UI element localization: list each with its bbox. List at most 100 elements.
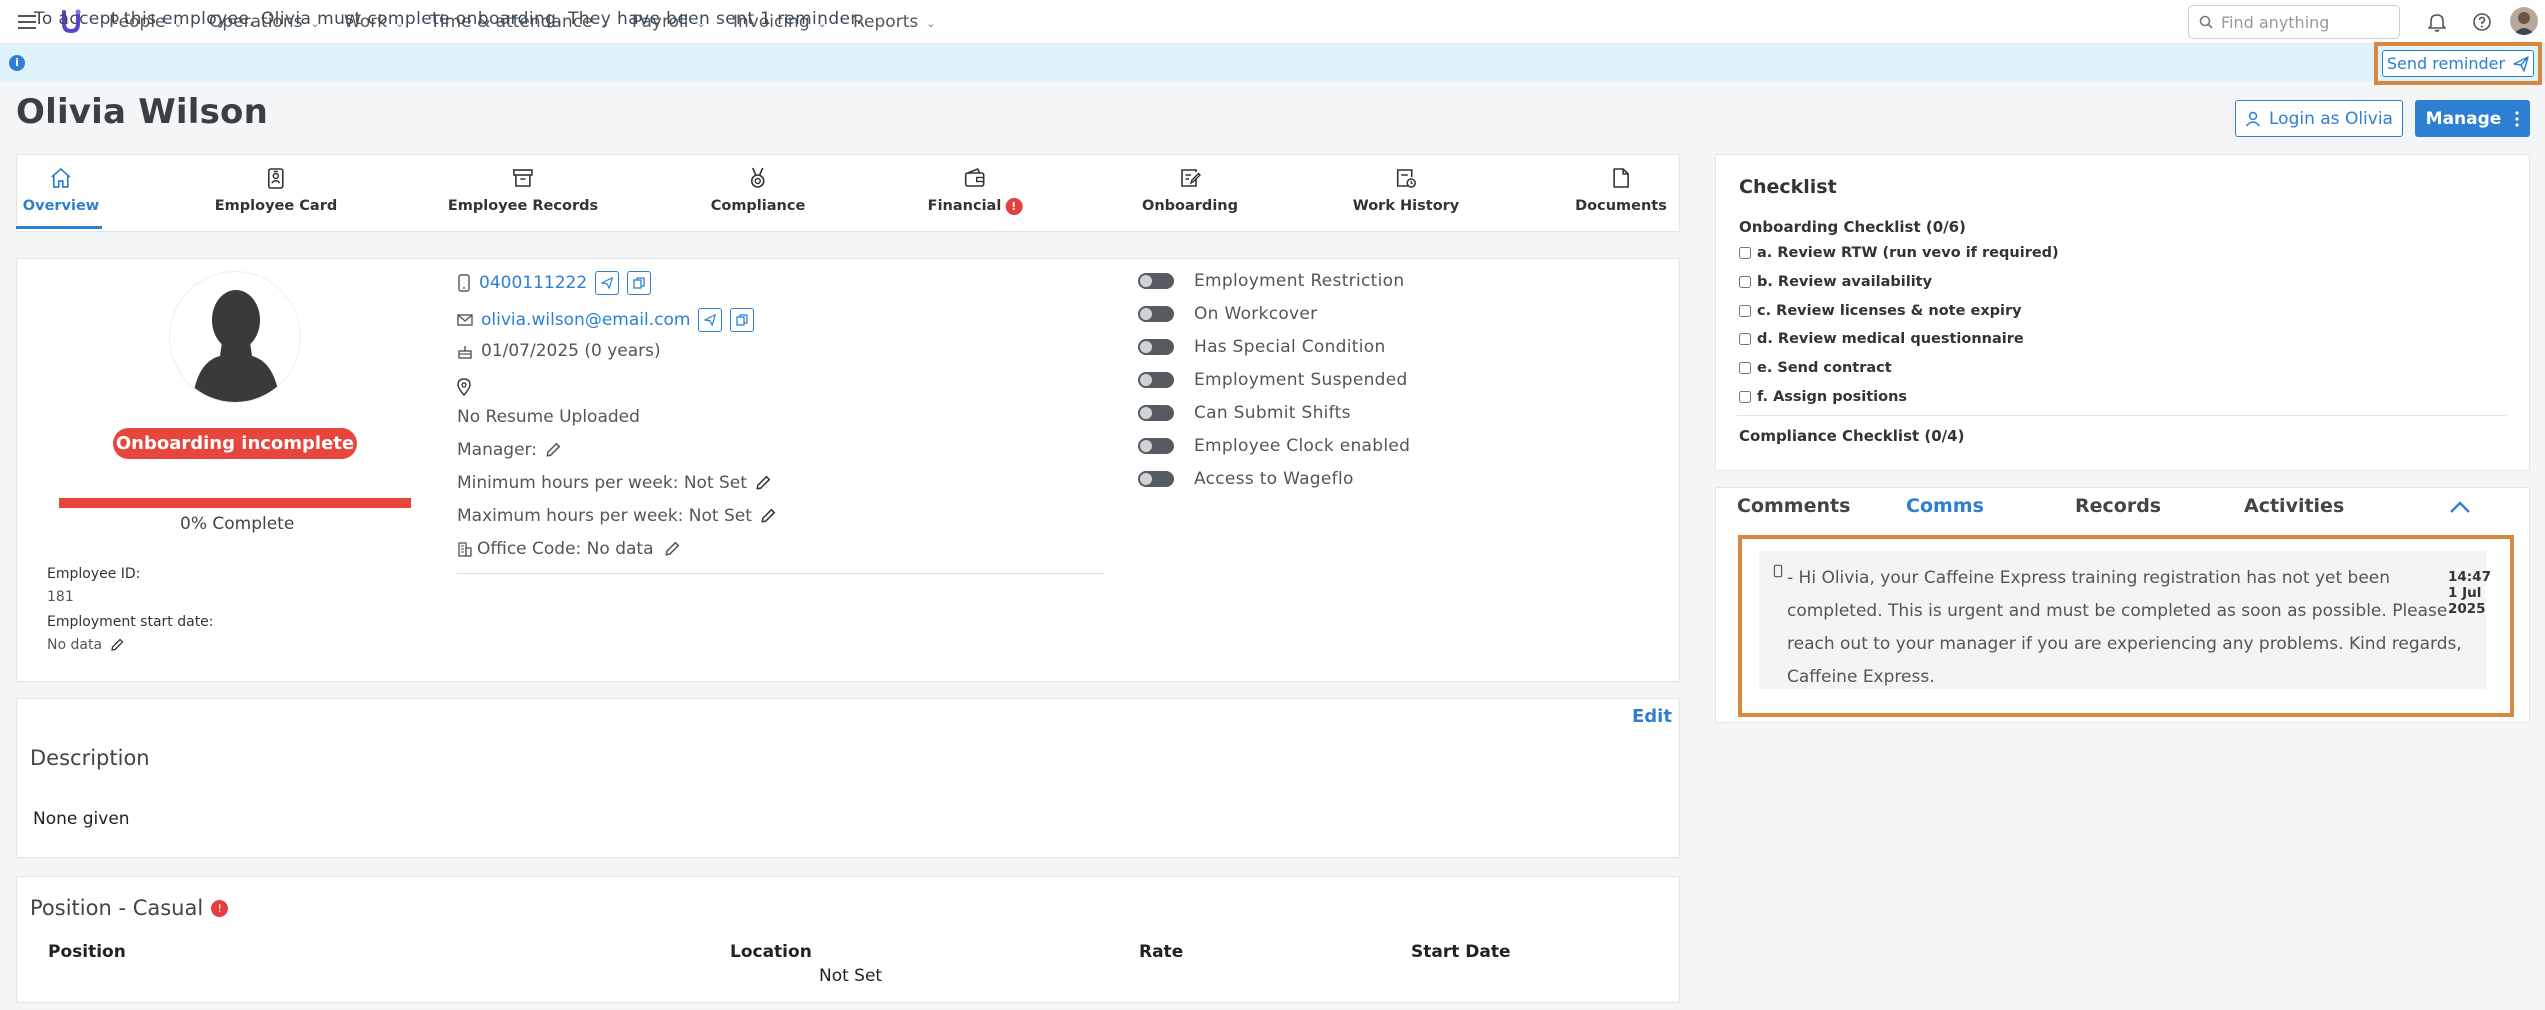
tab-employee-card[interactable]: Employee Card <box>215 166 337 214</box>
toggle-clock-enabled[interactable]: Employee Clock enabled <box>1138 436 1410 456</box>
office-code-label: Office Code: No data <box>477 539 654 559</box>
start-date-value: No data <box>47 637 103 653</box>
location-pin-icon <box>457 378 471 396</box>
divider <box>457 573 1104 574</box>
message-timestamp: 14:47 1 Jul 2025 <box>2448 569 2491 617</box>
checklist-item-label: c. Review licenses & note expiry <box>1757 303 2022 319</box>
checklist-checkbox[interactable] <box>1739 276 1751 288</box>
send-reminder-button[interactable]: Send reminder <box>2382 50 2534 77</box>
description-card <box>16 698 1680 858</box>
search-icon <box>2199 15 2213 29</box>
tab-documents[interactable]: Documents <box>1575 166 1667 214</box>
login-as-button[interactable]: Login as Olivia <box>2235 100 2403 137</box>
tab-label: Employee Records <box>447 198 599 214</box>
toggle-employment-suspended[interactable]: Employment Suspended <box>1138 370 1408 390</box>
toggle-switch[interactable] <box>1138 273 1174 289</box>
tab-label: Compliance <box>710 198 806 214</box>
tab-financial[interactable]: Financial! <box>928 166 1023 215</box>
tab-compliance[interactable]: Compliance <box>710 166 806 214</box>
send-reminder-label: Send reminder <box>2386 54 2506 73</box>
nav-reports[interactable]: Reports ⌄ <box>853 0 935 44</box>
building-icon <box>457 541 473 557</box>
toggle-submit-shifts[interactable]: Can Submit Shifts <box>1138 403 1351 423</box>
toggle-switch[interactable] <box>1138 405 1174 421</box>
tab-records[interactable]: Records <box>2075 495 2161 517</box>
nav-label: Reports <box>853 12 919 32</box>
toggle-switch[interactable] <box>1138 471 1174 487</box>
pencil-icon[interactable] <box>755 475 771 491</box>
bell-icon[interactable] <box>2428 12 2446 32</box>
edit-description-link[interactable]: Edit <box>1632 706 1672 727</box>
checklist-checkbox[interactable] <box>1739 362 1751 374</box>
copy-icon <box>736 314 749 326</box>
tab-label: Work History <box>1352 198 1460 214</box>
send-icon <box>704 314 717 326</box>
progress-fill <box>59 498 411 508</box>
user-avatar[interactable] <box>2510 7 2538 35</box>
tab-employee-records[interactable]: Employee Records <box>448 166 598 214</box>
tab-label: Overview <box>22 198 100 214</box>
onboarding-checklist-title: Onboarding Checklist (0/6) <box>1739 218 1966 236</box>
copy-email-button[interactable] <box>730 308 755 332</box>
message-line: - Hi Olivia, your Caffeine Express train… <box>1787 568 2391 588</box>
max-hours-label: Maximum hours per week: Not Set <box>457 506 752 526</box>
mobile-icon <box>1773 563 1783 579</box>
tab-comments[interactable]: Comments <box>1737 495 1850 517</box>
message-time: 14:47 <box>2448 569 2491 585</box>
description-title: Description <box>30 746 150 770</box>
checklist-item[interactable]: b. Review availability <box>1739 274 1932 290</box>
tab-label: Documents <box>1575 198 1667 214</box>
column-header-location: Location <box>730 942 812 962</box>
toggle-access-wageflo[interactable]: Access to Wageflo <box>1138 469 1354 489</box>
history-icon <box>1394 166 1418 190</box>
checklist-checkbox[interactable] <box>1739 247 1751 259</box>
tab-overview[interactable]: Overview <box>23 166 99 214</box>
send-sms-button[interactable] <box>595 271 620 295</box>
toggle-switch[interactable] <box>1138 438 1174 454</box>
manage-button[interactable]: Manage <box>2415 100 2530 137</box>
phone-link[interactable]: 0400111222 <box>479 273 587 293</box>
checklist-checkbox[interactable] <box>1739 391 1751 403</box>
help-icon[interactable] <box>2472 12 2492 32</box>
checklist-item-label: a. Review RTW (run vevo if required) <box>1757 245 2059 261</box>
checklist-item[interactable]: c. Review licenses & note expiry <box>1739 303 2022 319</box>
tab-onboarding[interactable]: Onboarding <box>1142 166 1238 214</box>
office-code-row: Office Code: No data <box>457 539 680 559</box>
banner-message: To accept this employee, Olivia must com… <box>34 9 863 29</box>
pencil-icon[interactable] <box>545 442 561 458</box>
toggle-employment-restriction[interactable]: Employment Restriction <box>1138 271 1404 291</box>
checklist-checkbox[interactable] <box>1739 333 1751 345</box>
tab-label-wrap: Financial! <box>928 198 1023 215</box>
checklist-item[interactable]: f. Assign positions <box>1739 389 1907 405</box>
message-date: 1 Jul <box>2448 585 2482 601</box>
checklist-item[interactable]: e. Send contract <box>1739 360 1892 376</box>
tab-label: Employee Card <box>214 198 338 214</box>
checklist-item[interactable]: a. Review RTW (run vevo if required) <box>1739 245 2059 261</box>
search-input[interactable] <box>2221 12 2391 32</box>
checklist-checkbox[interactable] <box>1739 305 1751 317</box>
toggle-special-condition[interactable]: Has Special Condition <box>1138 337 1386 357</box>
checklist-item[interactable]: d. Review medical questionnaire <box>1739 331 2024 347</box>
toggle-switch[interactable] <box>1138 306 1174 322</box>
email-link[interactable]: olivia.wilson@email.com <box>481 310 690 330</box>
tab-label: Onboarding <box>1142 198 1238 214</box>
toggle-switch[interactable] <box>1138 339 1174 355</box>
employee-id-value: 181 <box>47 589 74 605</box>
tab-work-history[interactable]: Work History <box>1352 166 1460 214</box>
toggle-switch[interactable] <box>1138 372 1174 388</box>
clipboard-edit-icon <box>1178 166 1202 190</box>
chevron-up-icon[interactable] <box>2449 500 2471 514</box>
pencil-icon[interactable] <box>110 638 124 652</box>
pencil-icon[interactable] <box>760 508 776 524</box>
send-email-button[interactable] <box>698 308 723 332</box>
message-line: reach out to your manager if you are exp… <box>1787 634 2462 654</box>
start-date-row: No data <box>47 637 124 653</box>
send-icon <box>2513 55 2529 72</box>
message-year: 2025 <box>2448 601 2486 617</box>
tab-activities[interactable]: Activities <box>2244 495 2344 517</box>
tab-comms[interactable]: Comms <box>1906 495 1984 517</box>
copy-phone-button[interactable] <box>627 271 652 295</box>
checklist-item-label: f. Assign positions <box>1757 389 1908 405</box>
toggle-on-workcover[interactable]: On Workcover <box>1138 304 1317 324</box>
pencil-icon[interactable] <box>664 541 680 557</box>
